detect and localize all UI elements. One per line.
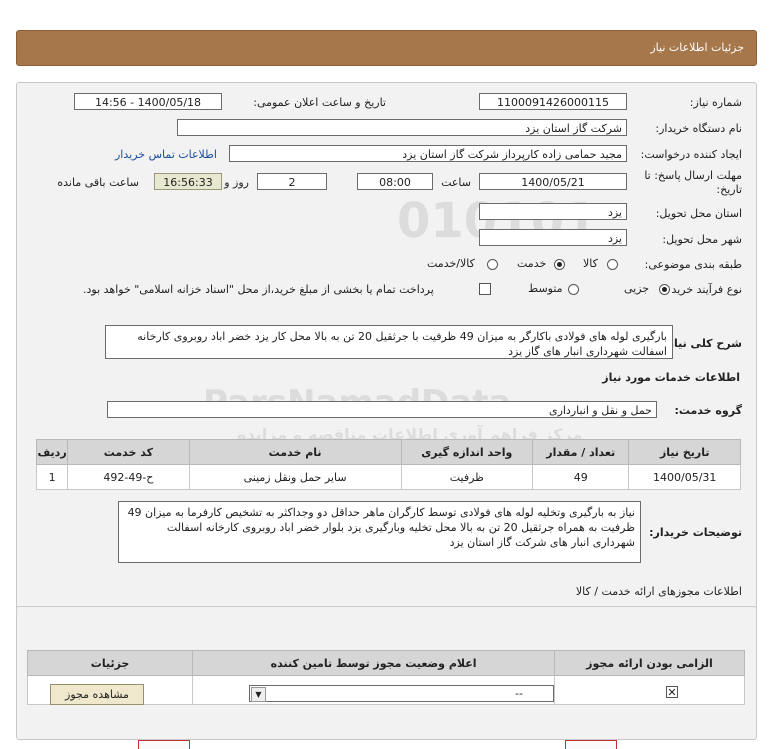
announce-datetime-field: 1400/05/18 - 14:56 — [74, 93, 222, 110]
category-radio-goods-service[interactable] — [487, 259, 498, 270]
col-row-number: ردیف — [35, 439, 69, 465]
cell-service-code: ح-49-492 — [67, 464, 190, 490]
category-radio-goods[interactable] — [607, 259, 618, 270]
buyer-org-label: نام دستگاه خریدار: — [655, 122, 742, 135]
category-option-service: خدمت — [517, 257, 547, 270]
permit-required-checkbox: ✕ — [666, 686, 678, 699]
process-type-label: نوع فرآیند خرید : — [664, 283, 742, 296]
remaining-time-label: ساعت باقی مانده — [57, 176, 139, 189]
col-permit-required: الزامی بودن ارائه مجوز — [554, 650, 745, 676]
province-field: یزد — [479, 203, 627, 220]
requester-field: مجید حمامی زاده کارپرداز شرکت گاز استان … — [229, 145, 627, 162]
description-label: شرح کلی نیاز: — [663, 337, 742, 350]
buyer-contact-link[interactable]: اطلاعات تماس خریدار — [115, 148, 217, 161]
cell-quantity: 49 — [532, 464, 630, 490]
page-header: جزئیات اطلاعات نیاز — [16, 30, 757, 66]
treasury-payment-checkbox[interactable] — [479, 283, 491, 295]
services-section-title: اطلاعات خدمات مورد نیاز — [602, 371, 740, 384]
deadline-time-field: 08:00 — [357, 173, 433, 190]
days-remaining-field: 2 — [257, 173, 327, 190]
deadline-date-label: تاریخ: — [716, 183, 742, 196]
category-radio-service[interactable] — [554, 259, 565, 270]
need-number-field: 1100091426000115 — [479, 93, 627, 110]
treasury-payment-note: پرداخت تمام یا بخشی از مبلغ خرید،از محل … — [83, 283, 434, 296]
category-label: طبقه بندی موضوعی: — [644, 258, 742, 271]
process-radio-medium[interactable] — [568, 284, 579, 295]
buyer-org-field: شرکت گاز استان یزد — [177, 119, 627, 136]
page-title: جزئیات اطلاعات نیاز — [650, 41, 744, 54]
col-quantity: تعداد / مقدار — [532, 439, 630, 465]
table-row: 1 ح-49-492 سایر حمل ونقل زمینی ظرفیت 49 … — [35, 464, 741, 490]
col-service-code: کد خدمت — [67, 439, 190, 465]
col-unit: واحد اندازه گیری — [400, 439, 534, 465]
process-option-minor: جزیی — [624, 282, 650, 295]
city-field: یزد — [479, 229, 627, 246]
chevron-down-icon[interactable]: ▼ — [251, 687, 266, 702]
buyer-notes-field: نیاز به بارگیری وتخلیه لوله های فولادی ت… — [118, 501, 641, 563]
services-table-header: ردیف کد خدمت نام خدمت واحد اندازه گیری ت… — [35, 439, 741, 465]
category-option-goods: کالا — [583, 257, 598, 270]
col-details: جزئیات — [26, 650, 194, 676]
process-option-medium: متوسط — [528, 282, 563, 295]
deadline-time-label: ساعت — [441, 176, 471, 189]
province-label: استان محل تحویل: — [655, 207, 742, 220]
view-permit-button[interactable]: مشاهده مجوز — [50, 684, 144, 705]
permit-status-value: -- — [515, 687, 523, 700]
cell-need-date: 1400/05/31 — [628, 464, 741, 490]
services-table: ردیف کد خدمت نام خدمت واحد اندازه گیری ت… — [35, 439, 741, 490]
cell-service-name: سایر حمل ونقل زمینی — [188, 464, 402, 490]
need-details-panel: 010101 ParsNamadData مرکز فراهم آوری اطل… — [16, 82, 757, 641]
deadline-label: مهلت ارسال پاسخ: تا — [644, 169, 742, 182]
cell-unit: ظرفیت — [400, 464, 534, 490]
col-permit-status: اعلام وضعیت مجوز توسط تامین کننده — [192, 650, 555, 676]
process-radio-minor[interactable] — [659, 284, 670, 295]
days-label: روز و — [224, 176, 249, 189]
col-service-name: نام خدمت — [188, 439, 402, 465]
permit-status-select[interactable]: ▼ -- — [249, 685, 554, 702]
service-group-field: حمل و نقل و انبارداری — [107, 401, 657, 418]
requester-label: ایجاد کننده درخواست: — [640, 148, 742, 161]
remaining-time-field: 16:56:33 — [154, 173, 222, 190]
col-need-date: تاریخ نیاز — [628, 439, 741, 465]
category-option-goods-service: کالا/خدمت — [427, 257, 475, 270]
description-field: بارگیری لوله های فولادی باکارگر به میزان… — [105, 325, 673, 359]
cell-row-number: 1 — [35, 464, 69, 490]
service-group-label: گروه خدمت: — [674, 404, 742, 417]
permits-panel: جزئیات اعلام وضعیت مجوز توسط تامین کننده… — [16, 606, 757, 740]
cell-permit-required — [554, 675, 745, 705]
deadline-date-field: 1400/05/21 — [479, 173, 627, 190]
buyer-notes-label: توضیحات خریدار: — [649, 526, 742, 539]
need-number-label: شماره نیاز: — [689, 96, 742, 109]
announce-datetime-label: تاریخ و ساعت اعلان عمومی: — [253, 96, 386, 109]
city-label: شهر محل تحویل: — [662, 233, 742, 246]
permits-table-header: جزئیات اعلام وضعیت مجوز توسط تامین کننده… — [26, 650, 745, 676]
permits-section-title: اطلاعات مجوزهای ارائه خدمت / کالا — [575, 585, 742, 598]
